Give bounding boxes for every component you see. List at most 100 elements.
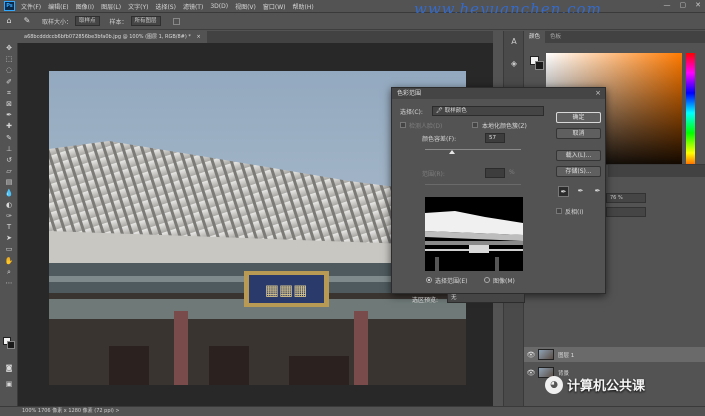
wechat-icon: ◕ [545,375,563,394]
marquee-tool-icon[interactable]: ⬚ [0,54,18,65]
type-tool-icon[interactable]: T [0,222,18,233]
options-bar: ⌂ ✎ 取样大小： 取样点 样本： 所有图层 [0,13,705,30]
visibility-eye-icon[interactable]: 👁 [524,369,538,377]
menu-help[interactable]: 帮助(H) [293,2,314,11]
panel-background-swatch[interactable] [535,61,544,70]
eyedropper-icon[interactable]: ✒ [0,110,18,121]
photoshop-logo-icon: Ps [4,1,15,11]
localized-clusters-checkbox[interactable] [472,122,478,128]
screen-mode-icon[interactable]: ▣ [0,379,18,390]
document-tab-close-icon[interactable]: × [196,34,200,40]
close-window-button[interactable]: ✕ [695,1,701,9]
document-tab[interactable]: a68bcdddccb6bfb072856be3bfa0b.jpg @ 100%… [18,31,207,43]
selection-radio-label: 选择范围(E) [435,278,468,285]
sample-select[interactable]: 所有图层 [130,16,161,26]
history-brush-icon[interactable]: ↺ [0,155,18,166]
menu-filter[interactable]: 滤镜(T) [183,2,203,11]
menu-image[interactable]: 图像(I) [76,2,94,11]
menu-view[interactable]: 视图(V) [235,2,256,11]
menu-window[interactable]: 窗口(W) [263,2,286,11]
save-button[interactable]: 存储(S)... [556,166,601,177]
invert-label: 反相(I) [565,209,584,216]
path-select-icon[interactable]: ➤ [0,233,18,244]
selection-mask-preview [425,197,523,271]
zoom-tool-icon[interactable]: ⌕ [0,267,18,278]
range-slider[interactable] [425,184,521,185]
document-tab-label: a68bcdddccb6bfb072856be3bfa0b.jpg @ 100%… [24,34,191,40]
wechat-account-name: 计算机公共课 [567,379,646,394]
eyedropper-tool-icon[interactable]: ✎ [22,16,32,26]
clone-stamp-icon[interactable]: ⊥ [0,144,18,155]
selection-preview-label: 选区预览: [412,297,439,304]
crop-tool-icon[interactable]: ⌗ [0,88,18,99]
document-tab-bar: a68bcdddccb6bfb072856be3bfa0b.jpg @ 100%… [18,31,493,43]
brush-tool-icon[interactable]: ✎ [0,133,18,144]
subtract-from-sample-icon[interactable]: ✒ [592,186,603,197]
tools-panel: ✥ ⬚ ◌ ✐ ⌗ ⊠ ✒ ✚ ✎ ⊥ ↺ ▱ ▤ 💧 ◐ ✑ T ➤ ▭ ✋ … [0,43,18,406]
dodge-tool-icon[interactable]: ◐ [0,200,18,211]
maximize-button[interactable]: ▢ [680,1,687,9]
quick-mask-icon[interactable]: ◙ [0,363,18,374]
eraser-tool-icon[interactable]: ▱ [0,166,18,177]
image-radio-label: 图像(M) [493,278,515,285]
move-tool-icon[interactable]: ✥ [0,43,18,54]
sample-size-label: 取样大小： [42,18,73,26]
fill-field[interactable] [606,207,646,217]
hand-tool-icon[interactable]: ✋ [0,256,18,267]
fuzziness-slider[interactable] [425,149,521,150]
menu-edit[interactable]: 编辑(E) [48,2,68,11]
home-icon[interactable]: ⌂ [4,16,14,26]
menu-file[interactable]: 文件(F) [21,2,41,11]
sample-size-select[interactable]: 取样点 [75,16,100,26]
ok-button[interactable]: 确定 [556,112,601,123]
healing-brush-icon[interactable]: ✚ [0,121,18,132]
selection-radio[interactable] [426,277,432,283]
invert-checkbox[interactable] [556,208,562,214]
layer-name: 图层 1 [558,352,575,359]
minimize-button[interactable]: — [664,1,671,9]
detect-faces-checkbox[interactable] [400,122,406,128]
sample-label: 样本： [109,18,128,26]
3d-panel-icon[interactable]: ◈ [504,53,524,75]
lasso-tool-icon[interactable]: ◌ [0,65,18,76]
selection-preview [425,197,523,271]
add-to-sample-icon[interactable]: ✒ [575,186,586,197]
detect-faces-label: 检测人脸(D) [409,123,443,130]
gradient-tool-icon[interactable]: ▤ [0,177,18,188]
menu-layer[interactable]: 图层(L) [101,2,121,11]
show-sampling-ring-checkbox[interactable] [172,17,180,25]
quick-select-tool-icon[interactable]: ✐ [0,77,18,88]
range-input[interactable] [485,168,505,178]
shape-tool-icon[interactable]: ▭ [0,244,18,255]
more-tools-icon[interactable]: ⋯ [0,278,18,289]
image-radio[interactable] [484,277,490,283]
character-panel-icon[interactable]: A [504,31,524,53]
tab-color[interactable]: 颜色 [524,31,546,43]
dialog-title: 色彩范围 [392,88,605,99]
hue-slider[interactable] [686,53,695,173]
select-label: 选择(C): [400,109,423,116]
menu-select[interactable]: 选择(S) [155,2,176,11]
pen-tool-icon[interactable]: ✑ [0,211,18,222]
menu-3d[interactable]: 3D(D) [210,3,228,10]
fuzziness-slider-thumb[interactable] [449,150,455,154]
eyedropper-icon[interactable]: ✒ [558,186,569,197]
wechat-badge: ◕ 计算机公共课 [545,375,645,394]
cancel-button[interactable]: 取消 [556,128,601,139]
color-range-dialog: 色彩范围 × 选择(C): 🖋 取样颜色 检测人脸(D) 本地化颜色簇(Z) 颜… [391,87,606,304]
localized-clusters-label: 本地化颜色簇(Z) [482,123,527,130]
dialog-close-icon[interactable]: × [595,89,601,97]
blur-tool-icon[interactable]: 💧 [0,188,18,199]
opacity-field[interactable]: 76 % [606,193,646,203]
frame-tool-icon[interactable]: ⊠ [0,99,18,110]
load-button[interactable]: 载入(L)... [556,150,601,161]
fuzziness-input[interactable]: 57 [485,133,505,143]
window-controls: — ▢ ✕ [664,1,702,9]
tab-swatches[interactable]: 色板 [545,31,566,43]
selection-preview-select[interactable]: 无 [447,293,525,303]
background-color-swatch[interactable] [7,341,15,349]
visibility-eye-icon[interactable]: 👁 [524,351,538,359]
menu-type[interactable]: 文字(Y) [128,2,148,11]
select-dropdown[interactable]: 🖋 取样颜色 [432,106,544,116]
layer-row[interactable]: 👁 图层 1 [524,347,705,362]
